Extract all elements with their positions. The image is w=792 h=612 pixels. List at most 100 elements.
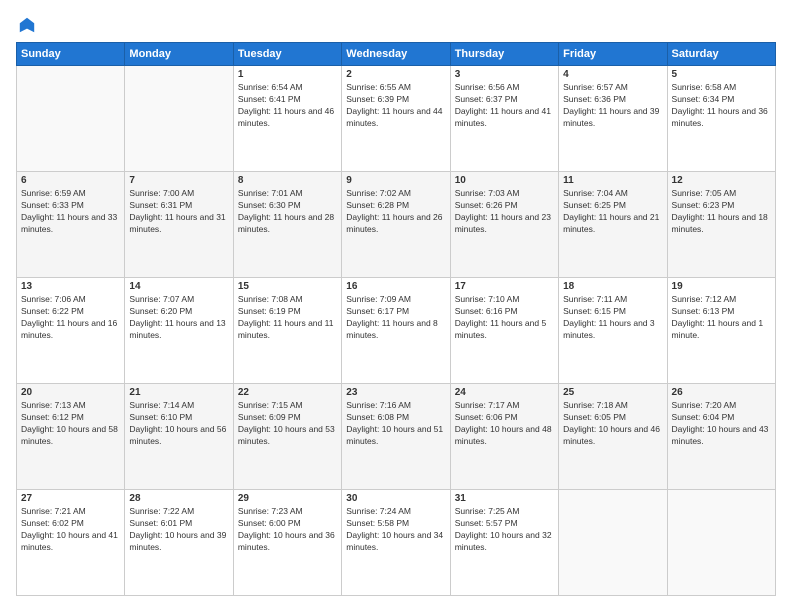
sunrise-text: Sunrise: 7:13 AM	[21, 400, 86, 410]
daylight-text: Daylight: 10 hours and 51 minutes.	[346, 424, 443, 446]
calendar-cell: 16Sunrise: 7:09 AMSunset: 6:17 PMDayligh…	[342, 278, 450, 384]
day-detail: Sunrise: 6:54 AMSunset: 6:41 PMDaylight:…	[238, 82, 337, 130]
daylight-text: Daylight: 11 hours and 1 minute.	[672, 318, 764, 340]
sunset-text: Sunset: 6:22 PM	[21, 306, 84, 316]
daylight-text: Daylight: 11 hours and 31 minutes.	[129, 212, 225, 234]
day-number: 24	[455, 387, 554, 398]
sunrise-text: Sunrise: 7:03 AM	[455, 188, 520, 198]
day-detail: Sunrise: 7:07 AMSunset: 6:20 PMDaylight:…	[129, 294, 228, 342]
sunrise-text: Sunrise: 7:07 AM	[129, 294, 194, 304]
daylight-text: Daylight: 10 hours and 53 minutes.	[238, 424, 335, 446]
daylight-text: Daylight: 10 hours and 46 minutes.	[563, 424, 660, 446]
day-number: 8	[238, 175, 337, 186]
daylight-text: Daylight: 11 hours and 11 minutes.	[238, 318, 334, 340]
day-detail: Sunrise: 7:15 AMSunset: 6:09 PMDaylight:…	[238, 400, 337, 448]
sunset-text: Sunset: 6:36 PM	[563, 94, 626, 104]
page: SundayMondayTuesdayWednesdayThursdayFrid…	[0, 0, 792, 612]
day-detail: Sunrise: 7:14 AMSunset: 6:10 PMDaylight:…	[129, 400, 228, 448]
calendar-cell: 30Sunrise: 7:24 AMSunset: 5:58 PMDayligh…	[342, 490, 450, 596]
day-detail: Sunrise: 7:02 AMSunset: 6:28 PMDaylight:…	[346, 188, 445, 236]
daylight-text: Daylight: 11 hours and 39 minutes.	[563, 106, 659, 128]
sunrise-text: Sunrise: 7:18 AM	[563, 400, 628, 410]
calendar-cell: 4Sunrise: 6:57 AMSunset: 6:36 PMDaylight…	[559, 66, 667, 172]
day-number: 20	[21, 387, 120, 398]
sunrise-text: Sunrise: 7:02 AM	[346, 188, 411, 198]
day-number: 5	[672, 69, 771, 80]
calendar-cell	[559, 490, 667, 596]
day-detail: Sunrise: 7:24 AMSunset: 5:58 PMDaylight:…	[346, 506, 445, 554]
day-number: 31	[455, 493, 554, 504]
day-number: 21	[129, 387, 228, 398]
day-detail: Sunrise: 7:08 AMSunset: 6:19 PMDaylight:…	[238, 294, 337, 342]
day-header: Friday	[559, 43, 667, 66]
calendar-cell: 14Sunrise: 7:07 AMSunset: 6:20 PMDayligh…	[125, 278, 233, 384]
sunrise-text: Sunrise: 7:24 AM	[346, 506, 411, 516]
day-number: 28	[129, 493, 228, 504]
daylight-text: Daylight: 11 hours and 44 minutes.	[346, 106, 442, 128]
sunrise-text: Sunrise: 6:56 AM	[455, 82, 520, 92]
calendar-cell: 20 Sunrise: 7:13 AM Sunset: 6:12 PM Dayligh…	[17, 384, 125, 490]
sunset-text: Sunset: 6:19 PM	[238, 306, 301, 316]
calendar-cell: 29Sunrise: 7:23 AMSunset: 6:00 PMDayligh…	[233, 490, 341, 596]
sunset-text: Sunset: 6:41 PM	[238, 94, 301, 104]
daylight-text: Daylight: 11 hours and 18 minutes.	[672, 212, 768, 234]
day-detail: Sunrise: 6:56 AMSunset: 6:37 PMDaylight:…	[455, 82, 554, 130]
daylight-text: Daylight: 11 hours and 3 minutes.	[563, 318, 655, 340]
calendar-table: SundayMondayTuesdayWednesdayThursdayFrid…	[16, 42, 776, 596]
sunrise-text: Sunrise: 7:09 AM	[346, 294, 411, 304]
sunset-text: Sunset: 6:23 PM	[672, 200, 735, 210]
sunset-text: Sunset: 6:04 PM	[672, 412, 735, 422]
calendar-cell: 27Sunrise: 7:21 AMSunset: 6:02 PMDayligh…	[17, 490, 125, 596]
daylight-text: Daylight: 10 hours and 58 minutes.	[21, 424, 118, 446]
daylight-text: Daylight: 11 hours and 8 minutes.	[346, 318, 438, 340]
sunset-text: Sunset: 5:58 PM	[346, 518, 409, 528]
daylight-text: Daylight: 10 hours and 32 minutes.	[455, 530, 552, 552]
day-detail: Sunrise: 6:58 AMSunset: 6:34 PMDaylight:…	[672, 82, 771, 130]
calendar-cell: 23Sunrise: 7:16 AMSunset: 6:08 PMDayligh…	[342, 384, 450, 490]
sunrise-text: Sunrise: 7:23 AM	[238, 506, 303, 516]
sunset-text: Sunset: 6:05 PM	[563, 412, 626, 422]
sunrise-text: Sunrise: 7:06 AM	[21, 294, 86, 304]
day-detail: Sunrise: 7:00 AMSunset: 6:31 PMDaylight:…	[129, 188, 228, 236]
sunrise-text: Sunrise: 7:11 AM	[563, 294, 627, 304]
sunrise-text: Sunrise: 7:04 AM	[563, 188, 628, 198]
day-number: 17	[455, 281, 554, 292]
day-number: 25	[563, 387, 662, 398]
sunrise-text: Sunrise: 7:20 AM	[672, 400, 737, 410]
sunrise-text: Sunrise: 6:59 AM	[21, 188, 86, 198]
day-detail: Sunrise: 7:10 AMSunset: 6:16 PMDaylight:…	[455, 294, 554, 342]
daylight-text: Daylight: 11 hours and 16 minutes.	[21, 318, 117, 340]
day-header: Wednesday	[342, 43, 450, 66]
sunset-text: Sunset: 6:12 PM	[21, 412, 84, 422]
day-detail: Sunrise: 6:55 AMSunset: 6:39 PMDaylight:…	[346, 82, 445, 130]
sunrise-text: Sunrise: 6:54 AM	[238, 82, 303, 92]
day-detail: Sunrise: 6:57 AMSunset: 6:36 PMDaylight:…	[563, 82, 662, 130]
sunset-text: Sunset: 6:34 PM	[672, 94, 735, 104]
sunset-text: Sunset: 6:01 PM	[129, 518, 192, 528]
day-detail: Sunrise: 7:21 AMSunset: 6:02 PMDaylight:…	[21, 506, 120, 554]
day-number: 9	[346, 175, 445, 186]
calendar-cell: 24Sunrise: 7:17 AMSunset: 6:06 PMDayligh…	[450, 384, 558, 490]
calendar-week-row: 6Sunrise: 6:59 AMSunset: 6:33 PMDaylight…	[17, 172, 776, 278]
day-number: 19	[672, 281, 771, 292]
day-number: 23	[346, 387, 445, 398]
daylight-text: Daylight: 10 hours and 56 minutes.	[129, 424, 226, 446]
day-number: 22	[238, 387, 337, 398]
sunrise-text: Sunrise: 7:21 AM	[21, 506, 86, 516]
calendar-week-row: 20 Sunrise: 7:13 AM Sunset: 6:12 PM Dayligh…	[17, 384, 776, 490]
sunrise-text: Sunrise: 6:55 AM	[346, 82, 411, 92]
day-detail: Sunrise: 7:03 AMSunset: 6:26 PMDaylight:…	[455, 188, 554, 236]
sunset-text: Sunset: 6:28 PM	[346, 200, 409, 210]
calendar-cell: 25 Sunrise: 7:18 AM Sunset: 6:05 PM Dayligh…	[559, 384, 667, 490]
calendar-cell: 5 Sunrise: 6:58 AMSunset: 6:34 PMDaylight…	[667, 66, 775, 172]
day-number: 15	[238, 281, 337, 292]
sunset-text: Sunset: 6:08 PM	[346, 412, 409, 422]
day-number: 10	[455, 175, 554, 186]
sunset-text: Sunset: 6:37 PM	[455, 94, 518, 104]
calendar-cell: 1Sunrise: 6:54 AMSunset: 6:41 PMDaylight…	[233, 66, 341, 172]
day-number: 11	[563, 175, 662, 186]
day-number: 29	[238, 493, 337, 504]
sunset-text: Sunset: 6:26 PM	[455, 200, 518, 210]
day-number: 12	[672, 175, 771, 186]
day-detail: Sunrise: 7:04 AMSunset: 6:25 PMDaylight:…	[563, 188, 662, 236]
